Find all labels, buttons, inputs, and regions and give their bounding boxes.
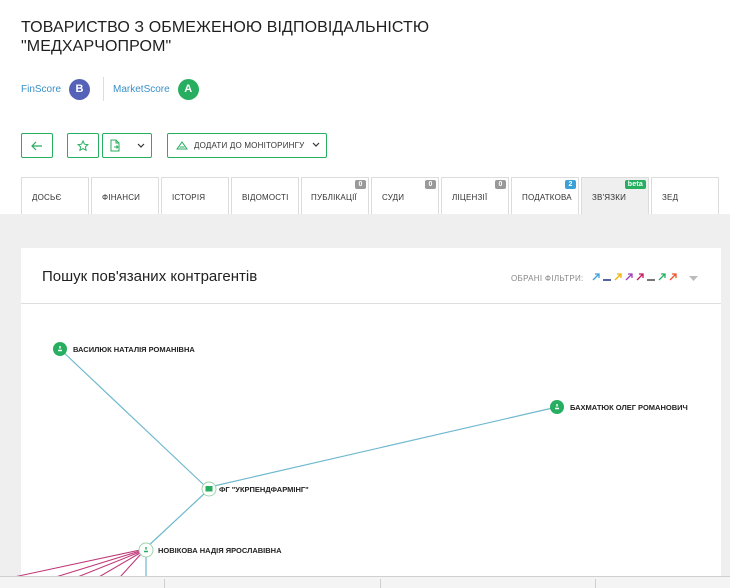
tab-badge: 0 [355,180,366,189]
tab-label: ЛІЦЕНЗІЇ [452,193,488,202]
tab-label: ДОСЬЄ [32,193,62,202]
filters-dropdown-icon[interactable] [689,276,698,281]
graph-node-person[interactable] [550,400,564,414]
add-to-monitoring-label: ДОДАТИ ДО МОНІТОРИНГУ [194,141,305,150]
filter-arrow-icon[interactable] [614,272,622,281]
tab-publikatsii[interactable]: ПУБЛІКАЦІЇ 0 [301,177,369,215]
selected-filters-label: ОБРАНІ ФІЛЬТРИ: [511,274,584,283]
node-label[interactable]: ФГ "УКРПЕНДФАРМІНГ" [219,485,309,494]
star-icon [77,139,89,151]
tab-vidomosti[interactable]: ВІДОМОСТІ [231,177,299,215]
scores-row: FinScore B MarketScore A [21,77,199,101]
marketscore-badge[interactable]: A [177,78,199,100]
document-export-icon [110,139,120,152]
tab-label: ЗЕД [662,193,679,202]
filter-arrow-icon[interactable] [658,272,666,281]
relations-title: Пошук пов'язаних контрагентів [42,268,258,285]
section-tabs: ДОСЬЄ ФІНАНСИ ІСТОРІЯ ВІДОМОСТІ ПУБЛІКАЦ… [21,175,721,215]
tab-badge: 0 [425,180,436,189]
tab-istoriia[interactable]: ІСТОРІЯ [161,177,229,215]
tab-sudy[interactable]: СУДИ 0 [371,177,439,215]
export-dropdown-button[interactable] [102,133,152,158]
relations-card-header: Пошук пов'язаних контрагентів ОБРАНІ ФІЛ… [21,248,721,304]
filter-arrow-icon[interactable] [625,272,633,281]
tab-label: ЗВ'ЯЗКИ [592,193,627,202]
favorite-button[interactable] [67,133,99,158]
marketscore-link[interactable]: MarketScore [113,84,170,95]
tab-dosie[interactable]: ДОСЬЄ [21,177,89,215]
chevron-down-icon [137,143,145,148]
filter-dash-icon[interactable] [647,272,655,281]
tab-label: ПУБЛІКАЦІЇ [311,193,357,202]
tab-label: ВІДОМОСТІ [242,193,289,202]
selected-filters-icons[interactable] [592,272,677,281]
scores-divider [103,77,105,101]
tab-zviazky[interactable]: ЗВ'ЯЗКИ beta [581,177,649,215]
building-icon [205,486,213,492]
tab-badge: beta [624,180,646,189]
bottom-panel-strip [0,576,730,588]
finscore-link[interactable]: FinScore [21,84,61,95]
tab-badge: 0 [495,180,506,189]
tab-label: СУДИ [382,193,405,202]
back-button[interactable] [21,133,53,158]
node-label[interactable]: ВАСИЛЮК НАТАЛІЯ РОМАНІВНА [73,345,195,354]
relations-card: Пошук пов'язаних контрагентів ОБРАНІ ФІЛ… [21,248,721,588]
strip-divider [164,579,165,588]
tab-litsenzii[interactable]: ЛІЦЕНЗІЇ 0 [441,177,509,215]
filter-arrow-icon[interactable] [636,272,644,281]
chevron-down-icon [312,142,320,147]
tab-badge: 2 [565,180,576,189]
graph-node-person[interactable] [53,342,67,356]
tab-label: ПОДАТКОВА [522,193,572,202]
tab-label: ІСТОРІЯ [172,193,206,202]
filter-arrow-icon[interactable] [592,272,600,281]
graph-node-company[interactable] [201,481,217,497]
person-icon [550,400,564,414]
filter-dash-icon[interactable] [603,272,611,281]
add-to-monitoring-button[interactable]: ДОДАТИ ДО МОНІТОРИНГУ [167,133,327,158]
node-label[interactable]: БАХМАТЮК ОЛЕГ РОМАНОВИЧ [570,403,688,412]
graph-node-person[interactable] [138,542,154,558]
arrow-left-icon [31,141,42,150]
tab-label: ФІНАНСИ [102,193,141,202]
filter-arrow-icon[interactable] [669,272,677,281]
strip-divider [380,579,381,588]
tab-zed[interactable]: ЗЕД [651,177,719,215]
strip-divider [595,579,596,588]
person-icon [53,342,67,356]
node-label[interactable]: НОВІКОВА НАДІЯ ЯРОСЛАВІВНА [158,546,282,555]
toolbar: ДОДАТИ ДО МОНІТОРИНГУ [21,133,331,158]
person-node-ring [138,542,154,558]
monitoring-icon [176,141,188,150]
finscore-badge[interactable]: B [69,78,91,100]
tab-finansy[interactable]: ФІНАНСИ [91,177,159,215]
tab-podatkova[interactable]: ПОДАТКОВА 2 [511,177,579,215]
page-title: ТОВАРИСТВО З ОБМЕЖЕНОЮ ВІДПОВІДАЛЬНІСТЮ … [21,19,430,55]
